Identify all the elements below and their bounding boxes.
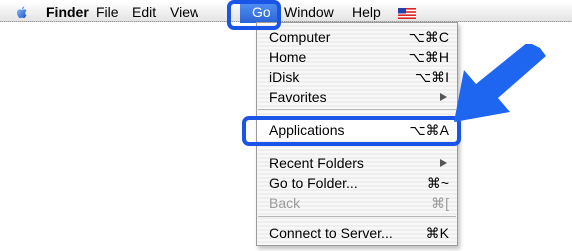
submenu-arrow-icon xyxy=(440,93,447,101)
menu-file[interactable]: File xyxy=(96,4,119,20)
menu-item-label: Favorites xyxy=(269,89,327,105)
submenu-arrow-icon xyxy=(440,159,447,167)
menu-finder[interactable]: Finder xyxy=(46,4,89,20)
menu-item-connect-to-server[interactable]: Connect to Server... ⌘K xyxy=(257,223,457,243)
menu-item-home[interactable]: Home ⌥⌘H xyxy=(257,47,457,67)
menu-item-shortcut: ⌥⌘H xyxy=(408,49,449,65)
pointer-arrow-icon xyxy=(454,44,546,122)
menu-item-back: Back ⌘[ xyxy=(257,193,457,213)
menu-item-recent-folders[interactable]: Recent Folders xyxy=(257,153,457,173)
menu-item-shortcut: ⌥⌘I xyxy=(414,69,449,85)
menu-view[interactable]: View xyxy=(170,4,198,20)
menu-item-shortcut: ⌥⌘C xyxy=(408,29,449,45)
menu-edit[interactable]: Edit xyxy=(132,4,156,20)
menu-help[interactable]: Help xyxy=(352,4,381,20)
menu-item-label: Computer xyxy=(269,29,331,45)
menu-item-shortcut: ⌘K xyxy=(425,225,449,241)
menu-separator xyxy=(258,109,456,110)
menu-item-label: Go to Folder... xyxy=(269,175,358,191)
menu-item-idisk[interactable]: iDisk ⌥⌘I xyxy=(257,67,457,87)
menu-item-label: Connect to Server... xyxy=(269,225,393,241)
menu-separator xyxy=(258,216,456,217)
menu-item-shortcut: ⌘~ xyxy=(426,175,449,191)
menu-item-label: Recent Folders xyxy=(269,155,364,171)
apple-icon[interactable] xyxy=(14,4,30,21)
menu-bar: Finder File Edit View Go Window Help xyxy=(0,2,572,23)
us-flag-icon[interactable] xyxy=(398,8,416,19)
menu-window[interactable]: Window xyxy=(284,4,334,20)
menu-item-go-to-folder[interactable]: Go to Folder... ⌘~ xyxy=(257,173,457,193)
menu-item-label: Home xyxy=(269,49,307,65)
menu-item-label: Back xyxy=(269,195,301,211)
menu-item-computer[interactable]: Computer ⌥⌘C xyxy=(257,27,457,47)
callout-frame-applications xyxy=(242,116,461,146)
menu-item-shortcut: ⌘[ xyxy=(431,195,449,211)
callout-frame-go xyxy=(227,0,281,30)
menu-item-label: iDisk xyxy=(269,69,300,85)
menu-item-favorites[interactable]: Favorites xyxy=(257,87,457,107)
